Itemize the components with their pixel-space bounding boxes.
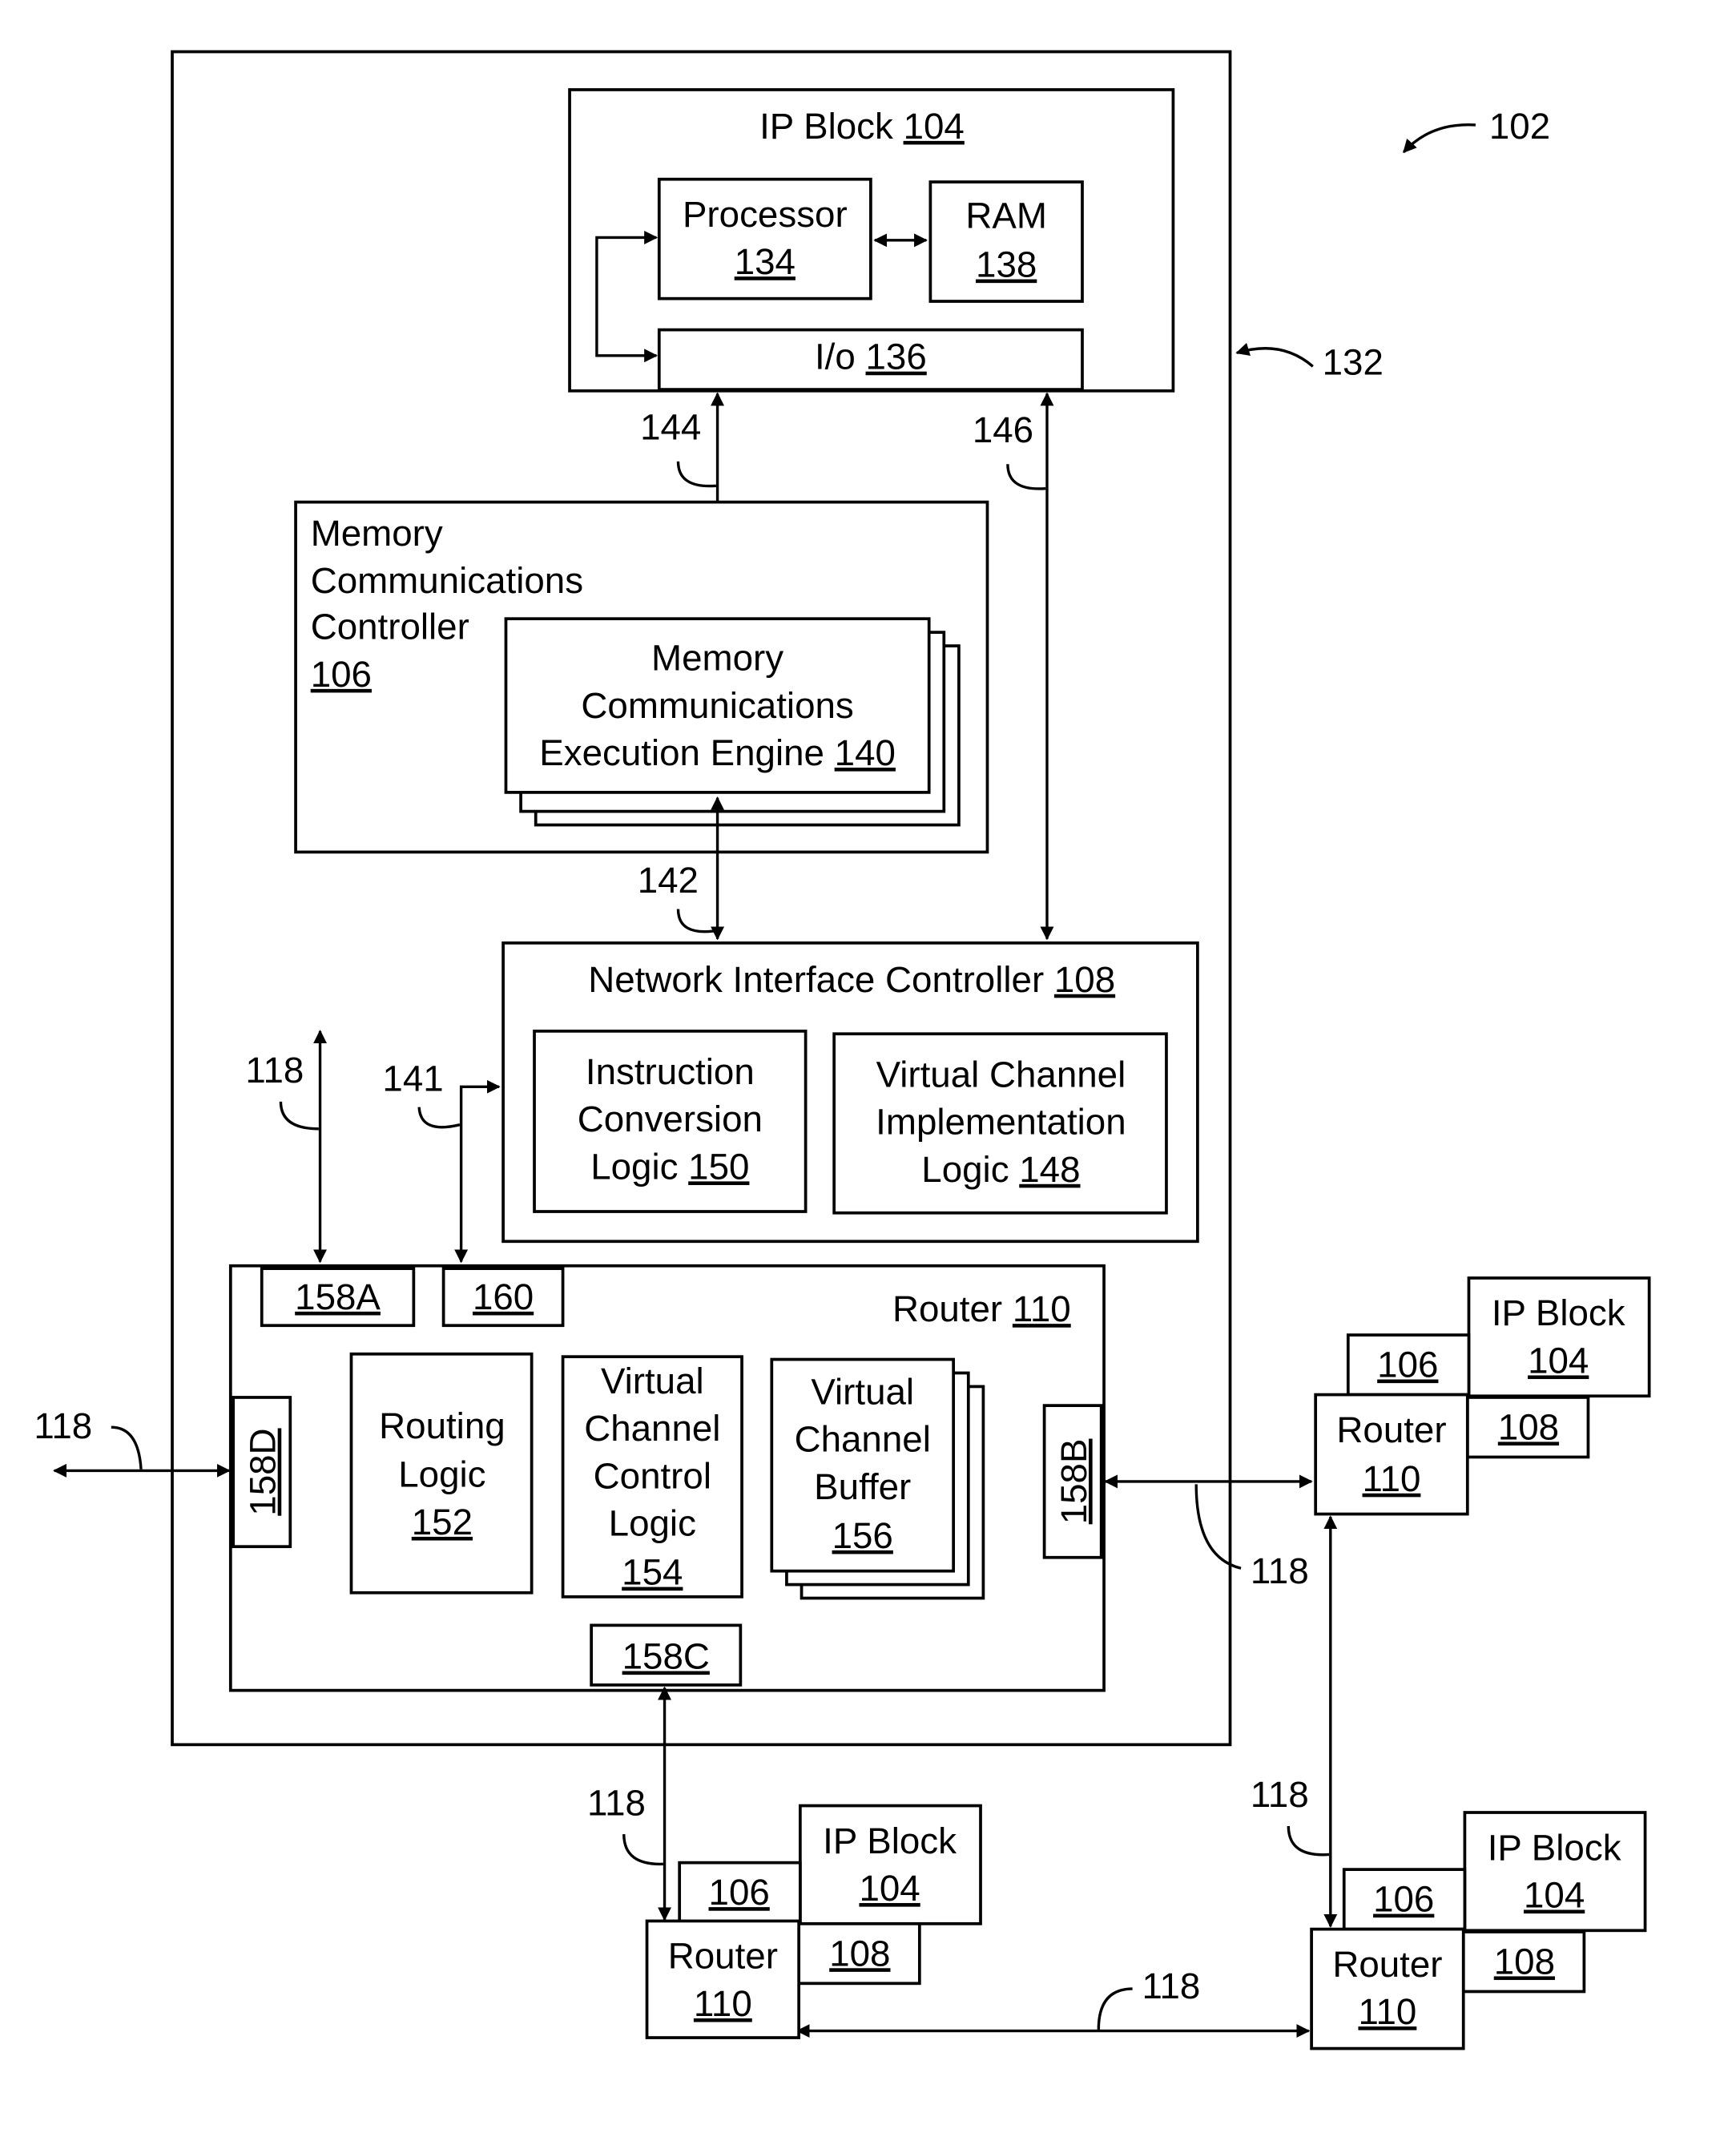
node-router-label: Router: [1336, 1409, 1446, 1450]
figure-ref: 102: [1489, 106, 1550, 147]
port-158d-label: 158D: [243, 1428, 284, 1515]
node-ip-label: IP Block: [1492, 1292, 1625, 1333]
link-141-label: 141: [382, 1058, 443, 1099]
link-118-right-leader: [1194, 1484, 1242, 1570]
link-146-label: 146: [973, 409, 1033, 450]
link-118-bottom-label: 118: [587, 1782, 646, 1823]
vccl-line-3: Control: [594, 1455, 711, 1496]
node-nic-ref: 108: [1494, 1941, 1555, 1982]
routing-logic-line-1: Routing: [379, 1405, 505, 1446]
node-router-ref: 110: [694, 1983, 752, 2024]
node-ip-label: IP Block: [823, 1820, 957, 1861]
link-118-bottom-leader: [622, 1834, 663, 1866]
node-mcc-ref: 106: [1373, 1879, 1434, 1920]
vccl-line-1: Virtual: [601, 1361, 704, 1401]
node-nic-ref: 108: [829, 1933, 890, 1974]
processor-label: Processor: [683, 194, 848, 235]
vccl-line-2: Channel: [584, 1408, 720, 1449]
mcc-line-2: Communications: [311, 560, 583, 601]
link-118-up-leader: [279, 1101, 319, 1131]
nic-label: Network Interface Controller 108: [588, 959, 1115, 1000]
mcee-line-1: Memory: [651, 638, 783, 679]
ram-ref: 138: [976, 244, 1037, 285]
port-158a-label: 158A: [295, 1276, 381, 1317]
node-bottom-right: IP Block 104 106 108 Router 110: [1310, 1811, 1647, 2050]
link-118-right-label: 118: [1251, 1550, 1309, 1591]
link-118-right-vertical-leader: [1287, 1825, 1330, 1857]
node-right-top: IP Block 104 106 108 Router 110: [1314, 1276, 1651, 1516]
node-router-ref: 110: [1363, 1458, 1421, 1499]
routing-logic-line-2: Logic: [398, 1454, 485, 1495]
router-label: Router 110: [892, 1288, 1071, 1329]
icl-line-2: Conversion: [578, 1099, 763, 1139]
node-ip-ref: 104: [1524, 1875, 1585, 1916]
link-118-bottom-horizontal-label: 118: [1142, 1966, 1200, 2006]
mcee-line-3: Execution Engine 140: [539, 732, 896, 773]
vccl-line-4: Logic: [609, 1503, 696, 1544]
link-141-leader: [417, 1107, 461, 1129]
link-144-leader: [676, 461, 717, 488]
node-router-ref: 110: [1358, 1991, 1416, 2032]
node-ip-ref: 104: [1528, 1340, 1589, 1381]
vcil-line-3: Logic 148: [921, 1149, 1080, 1190]
node-ip-ref: 104: [859, 1868, 920, 1909]
link-118-right-vertical-label: 118: [1251, 1774, 1309, 1815]
vcil-line-2: Implementation: [876, 1102, 1126, 1143]
chip-ref-arrow: [1235, 342, 1314, 368]
node-router-label: Router: [1332, 1944, 1442, 1985]
vcb-line-3: Buffer: [814, 1466, 911, 1507]
vcb-line-2: Channel: [795, 1419, 931, 1460]
vcb-ref: 156: [832, 1515, 893, 1556]
link-141: [454, 1079, 501, 1264]
link-144-label: 144: [640, 407, 701, 448]
link-146-leader: [1006, 464, 1046, 490]
link-118-left-leader: [111, 1425, 143, 1470]
ip-block-label: IP Block 104: [759, 106, 965, 147]
mcee-line-2: Communications: [581, 685, 853, 726]
mcc-line-3: Controller: [311, 607, 469, 647]
link-142-label: 142: [638, 860, 699, 901]
processor-ref: 134: [735, 241, 795, 282]
icl-line-3: Logic 150: [590, 1146, 749, 1187]
vccl-ref: 154: [622, 1552, 683, 1593]
node-ip-label: IP Block: [1488, 1827, 1621, 1868]
mcc-line-1: Memory: [311, 513, 443, 554]
diagram: 102 132 IP Block 104 Processor 134 RAM 1…: [34, 50, 1651, 2050]
node-mcc-ref: 106: [709, 1872, 770, 1913]
mcc-ref: 106: [311, 654, 372, 695]
ram-label: RAM: [965, 196, 1047, 236]
node-nic-ref: 108: [1498, 1406, 1559, 1447]
port-158c-label: 158C: [622, 1636, 710, 1677]
figure-ref-arrow: [1402, 123, 1476, 154]
node-bottom-middle: IP Block 104 106 108 Router 110: [645, 1804, 982, 2039]
vcil-line-1: Virtual Channel: [876, 1054, 1126, 1095]
io-label: I/o 136: [815, 337, 927, 377]
link-118-bottom-horizontal-leader: [1097, 1987, 1133, 2030]
link-142-leader: [676, 909, 717, 933]
port-158b-label: 158B: [1053, 1439, 1094, 1525]
link-118-up-label: 118: [245, 1050, 304, 1091]
port-160-label: 160: [473, 1276, 534, 1317]
node-router-label: Router: [668, 1936, 778, 1977]
link-118-left-label: 118: [34, 1405, 92, 1446]
routing-logic-ref: 152: [412, 1502, 473, 1542]
icl-line-1: Instruction: [586, 1051, 755, 1092]
vcb-line-1: Virtual: [811, 1371, 914, 1412]
chip-ref: 132: [1323, 341, 1384, 382]
node-mcc-ref: 106: [1377, 1345, 1438, 1385]
